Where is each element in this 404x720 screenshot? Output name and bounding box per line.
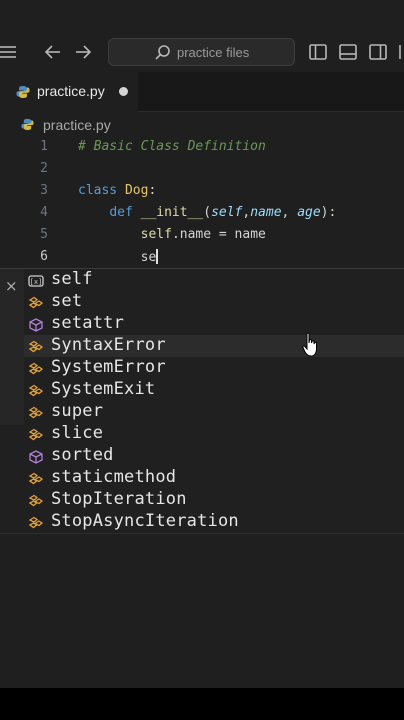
bottom-black-bar <box>0 688 404 720</box>
suggest-item-label: StopIteration <box>51 489 187 509</box>
suggest-item-label: SyntaxError <box>51 335 166 355</box>
suggest-item[interactable]: staticmethod <box>24 467 404 489</box>
title-bar: practice files <box>0 0 404 70</box>
hand-pointer-icon <box>302 332 317 357</box>
class-icon <box>28 295 44 309</box>
suggest-item-label: staticmethod <box>51 467 177 487</box>
code-line: 2 <box>0 158 404 180</box>
class-icon <box>28 339 44 353</box>
suggest-item[interactable]: SystemError <box>24 357 404 379</box>
code-line: 3 class Dog: <box>0 180 404 202</box>
code-text: self.name = name <box>140 227 266 242</box>
suggest-item[interactable]: StopAsyncIteration <box>24 511 404 533</box>
suggest-item-label: SystemError <box>51 357 166 377</box>
line-number: 6 <box>40 249 48 264</box>
code-line: 1 # Basic Class Definition <box>0 136 404 158</box>
toggle-primary-sidebar-icon[interactable] <box>309 43 327 61</box>
code-text: se <box>78 249 159 265</box>
class-icon <box>28 361 44 375</box>
suggest-item-label: super <box>51 401 104 421</box>
editor-tab-bar: practice.py <box>0 72 404 112</box>
method-icon <box>28 449 44 464</box>
tab-practice-py[interactable]: practice.py <box>0 72 138 112</box>
python-file-icon <box>16 86 30 98</box>
code-line-active: 6 se <box>0 246 404 268</box>
code-text: class Dog: <box>78 183 157 198</box>
method-icon <box>28 317 44 332</box>
forward-arrow-icon[interactable] <box>74 44 92 60</box>
suggest-item[interactable]: slice <box>24 423 404 445</box>
search-icon <box>155 45 170 60</box>
suggest-item-label: slice <box>51 423 104 443</box>
code-line: 5 self.name = name <box>0 224 404 246</box>
class-icon <box>28 383 44 397</box>
toggle-panel-icon[interactable] <box>339 43 357 61</box>
unsaved-indicator-icon[interactable] <box>119 87 128 96</box>
line-number: 1 <box>40 139 48 154</box>
suggest-item-label: SystemExit <box>51 379 156 399</box>
class-icon <box>28 493 44 507</box>
class-icon <box>28 515 44 529</box>
tab-label: practice.py <box>37 83 105 99</box>
class-icon <box>28 471 44 485</box>
suggest-item[interactable]: sorted <box>24 445 404 467</box>
suggest-item-label: StopAsyncIteration <box>51 511 239 531</box>
class-icon <box>28 405 44 419</box>
line-number: 2 <box>40 161 48 176</box>
suggest-item-label: self <box>51 269 93 289</box>
close-icon[interactable]: × <box>5 277 18 295</box>
command-center-search[interactable]: practice files <box>108 38 295 66</box>
search-label: practice files <box>177 45 250 60</box>
menu-icon[interactable] <box>0 45 18 59</box>
toggle-secondary-sidebar-icon[interactable] <box>369 43 387 61</box>
python-file-icon <box>21 118 34 131</box>
text-cursor <box>156 249 159 264</box>
suggest-item[interactable]: StopIteration <box>24 489 404 511</box>
code-text: def __init__(self,name, age): <box>109 205 337 220</box>
suggest-item[interactable]: SyntaxError <box>24 335 404 357</box>
class-icon <box>28 427 44 441</box>
suggest-item[interactable]: setattr <box>24 313 404 335</box>
back-arrow-icon[interactable] <box>44 44 62 60</box>
suggest-item[interactable]: set <box>24 291 404 313</box>
layout-icon[interactable] <box>398 43 404 61</box>
suggest-item[interactable]: super <box>24 401 404 423</box>
suggest-item-label: sorted <box>51 445 114 465</box>
suggest-item[interactable]: [x] self <box>24 269 404 291</box>
variable-icon: [x] <box>28 273 44 287</box>
line-number: 3 <box>40 183 48 198</box>
suggest-item-label: set <box>51 291 83 311</box>
suggest-item[interactable]: SystemExit <box>24 379 404 401</box>
code-line: 4 def __init__(self,name, age): <box>0 202 404 224</box>
breadcrumb-file[interactable]: practice.py <box>43 117 111 133</box>
suggest-item-label: setattr <box>51 313 125 333</box>
breadcrumb: practice.py <box>0 112 404 136</box>
svg-text:[x]: [x] <box>30 278 43 286</box>
autocomplete-suggest-widget: × [x] self set setattr SyntaxError SystemErro… <box>0 268 404 534</box>
line-number: 4 <box>40 205 48 220</box>
line-number: 5 <box>40 227 48 242</box>
code-text: # Basic Class Definition <box>78 139 266 154</box>
